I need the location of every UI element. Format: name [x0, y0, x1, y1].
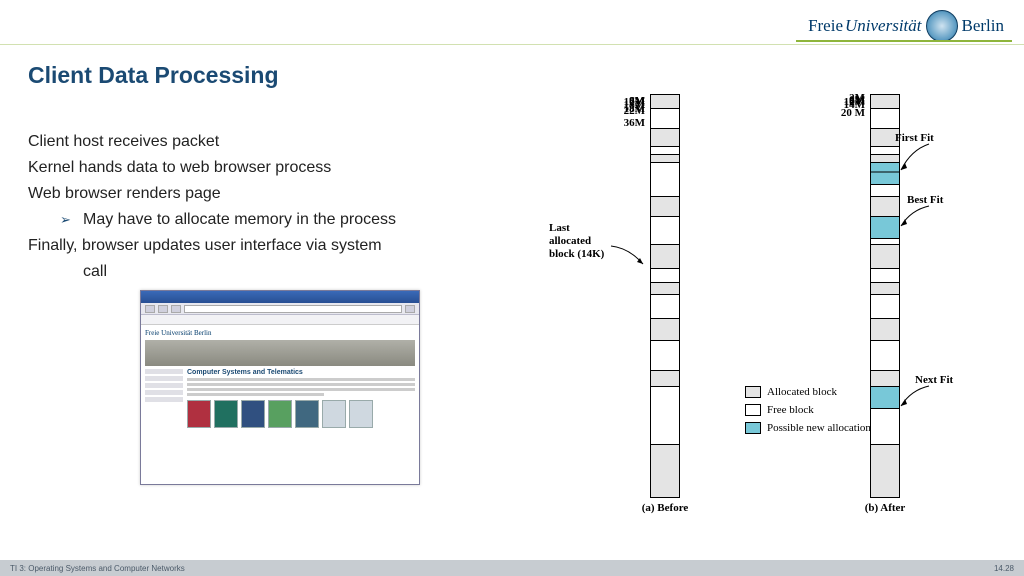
body-line2: Kernel hands data to web browser process — [28, 156, 518, 180]
logo-word2: Universität — [845, 16, 922, 36]
last-allocated-arrow-icon — [611, 246, 651, 276]
legend-free: Free block — [745, 404, 871, 416]
body-bullet1: ➢ May have to allocate memory in the pro… — [28, 208, 518, 232]
best-fit-label: Best Fit — [907, 194, 943, 206]
body-line4a: Finally, browser updates user interface … — [28, 234, 518, 258]
university-logo: Freie Universität Berlin — [808, 10, 1004, 42]
logo-seal-icon — [926, 10, 958, 42]
body-line1: Client host receives packet — [28, 130, 518, 154]
legend-alloc: Allocated block — [745, 386, 871, 398]
slide-title: Client Data Processing — [28, 62, 279, 89]
site-logo: Freie Universität Berlin — [145, 329, 415, 337]
body-line4b: call — [28, 260, 518, 284]
chevron-icon: ➢ — [60, 210, 71, 230]
after-column: 8M 12M 6M 2M 8M 6M 14M 20 M — [870, 94, 900, 498]
logo-word1: Freie — [808, 16, 843, 36]
body-text: Client host receives packet Kernel hands… — [28, 130, 518, 286]
page-banner — [145, 340, 415, 366]
first-fit-label: First Fit — [895, 132, 934, 144]
browser-toolbar — [141, 303, 419, 315]
logo-underline — [796, 40, 1012, 42]
next-fit-label: Next Fit — [915, 374, 953, 386]
before-caption: (a) Before — [625, 502, 705, 514]
footer-right: 14.28 — [994, 564, 1014, 573]
before-column: 8M 12M 22M 18M 8M 6M 14M 36M — [650, 94, 680, 498]
browser-tabs — [141, 315, 419, 325]
memory-diagram: 8M 12M 22M 18M 8M 6M 14M 36M (a) Before … — [555, 94, 1000, 552]
page-main: Computer Systems and Telematics — [187, 369, 415, 428]
browser-titlebar — [141, 291, 419, 303]
footer-left: TI 3: Operating Systems and Computer Net… — [10, 564, 185, 573]
last-allocated-label: Lastallocatedblock (14K) — [549, 222, 604, 262]
browser-screenshot: Freie Universität Berlin Computer System… — [140, 290, 420, 485]
best-fit-arrow-icon — [901, 206, 941, 236]
page-thumbnails — [187, 400, 415, 428]
header-accent-line — [0, 44, 1024, 45]
page-headline: Computer Systems and Telematics — [187, 369, 415, 376]
legend-new: Possible new allocation — [745, 422, 871, 434]
body-line3: Web browser renders page — [28, 182, 518, 206]
footer: TI 3: Operating Systems and Computer Net… — [0, 560, 1024, 576]
browser-page: Freie Universität Berlin Computer System… — [141, 325, 419, 432]
legend: Allocated block Free block Possible new … — [745, 386, 871, 440]
after-caption: (b) After — [845, 502, 925, 514]
logo-word3: Berlin — [962, 16, 1005, 36]
first-fit-arrow-icon — [901, 144, 941, 178]
next-fit-arrow-icon — [901, 386, 941, 416]
page-sidebar — [145, 369, 183, 428]
